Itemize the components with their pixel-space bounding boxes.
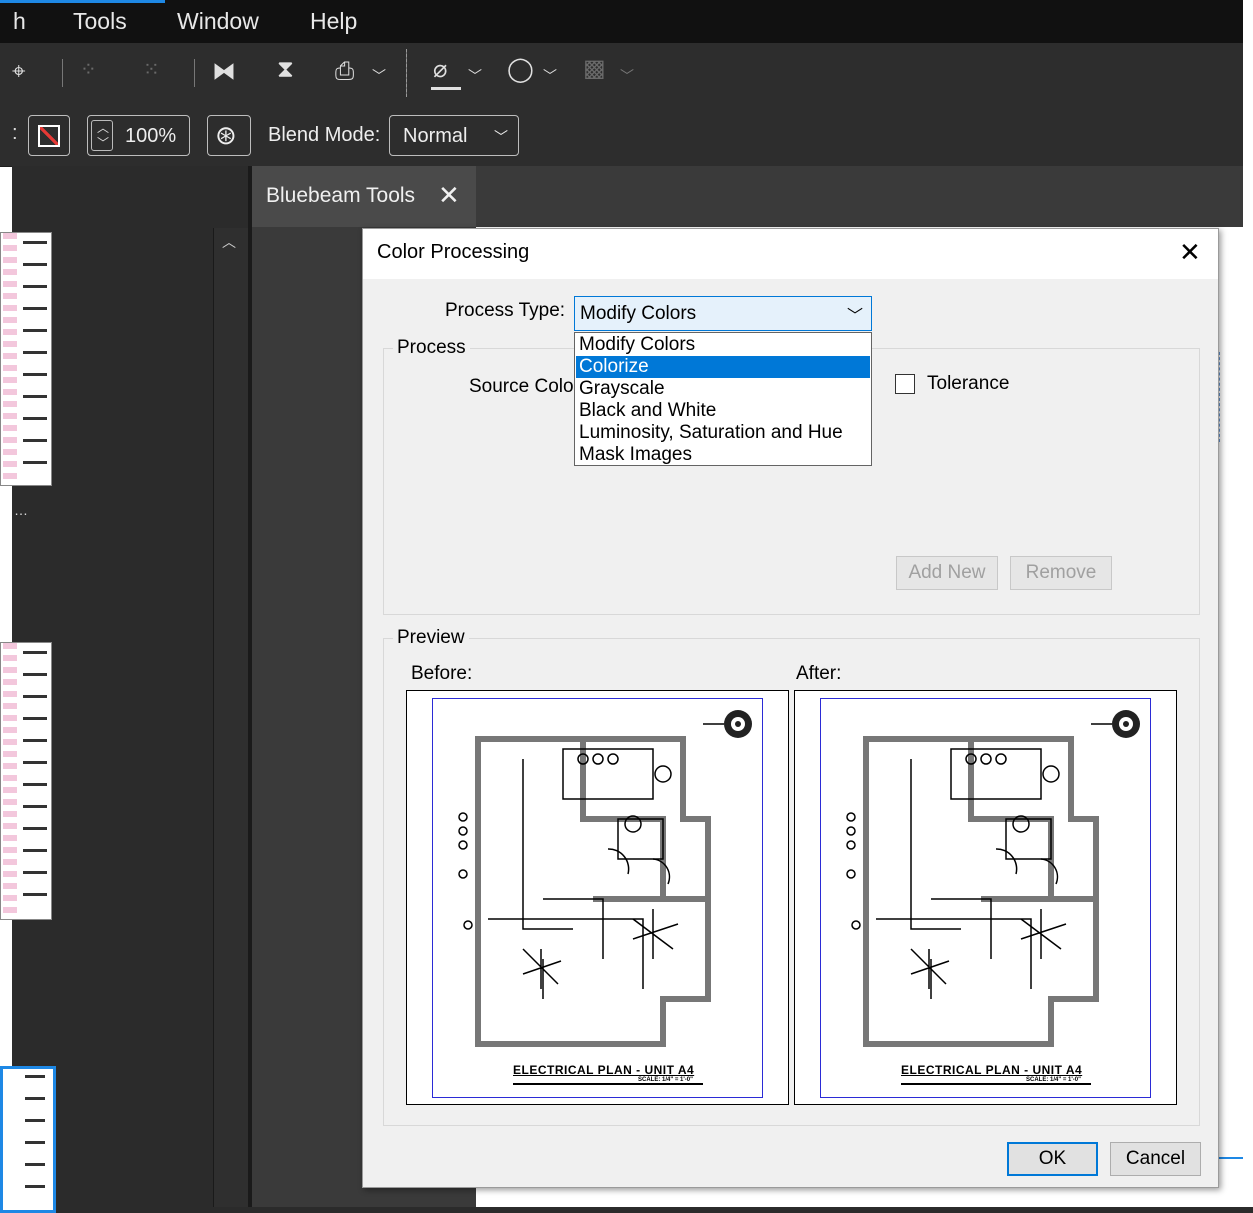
dialog-titlebar: Color Processing ✕ <box>363 229 1218 279</box>
toolbar-separator <box>406 49 407 97</box>
blend-mode-button[interactable]: ⊛ <box>207 115 251 156</box>
option-modify-colors[interactable]: Modify Colors <box>576 334 870 356</box>
option-grayscale[interactable]: Grayscale <box>576 378 870 400</box>
tab-label: Bluebeam Tools <box>266 184 416 207</box>
add-new-button[interactable]: Add New <box>896 556 998 590</box>
flip-horizontal-icon[interactable]: ⧓ <box>212 60 236 84</box>
option-luminosity-saturation-hue[interactable]: Luminosity, Saturation and Hue <box>576 422 870 444</box>
dialog-title: Color Processing <box>377 241 530 263</box>
print-icon[interactable]: ⎙ <box>335 60 354 84</box>
process-group-title: Process <box>393 337 470 359</box>
crosshair-icon[interactable]: ⌖ <box>12 60 26 84</box>
page-thumbnail[interactable] <box>0 642 52 920</box>
preview-group-title: Preview <box>393 627 469 649</box>
plan-scale: SCALE: 1/4" = 1'-0" <box>1026 1077 1081 1083</box>
fill-color-swatch <box>431 87 461 90</box>
menu-accent-bar <box>0 0 165 3</box>
blend-circles-icon: ⊛ <box>215 120 237 150</box>
after-preview: ELECTRICAL PLAN - UNIT A4 SCALE: 1/4" = … <box>794 690 1177 1105</box>
process-type-label: Process Type: <box>445 300 566 321</box>
chevron-up-icon[interactable]: ︿ <box>222 232 236 252</box>
thumbnail-lines <box>3 233 17 483</box>
tolerance-checkbox[interactable] <box>895 374 915 394</box>
ungroup-icon[interactable]: ⁙ <box>143 60 160 80</box>
fill-color-icon[interactable]: ⌀ <box>433 58 447 82</box>
process-type-dropdown[interactable]: Modify Colors Colorize Grayscale Black a… <box>574 332 872 466</box>
group-icon[interactable]: ⁘ <box>80 60 97 80</box>
chevron-down-icon[interactable]: ﹀ <box>468 66 482 86</box>
process-type-value: Modify Colors <box>580 303 697 324</box>
thumbnail-scrollbar[interactable]: ︿ <box>213 228 248 1207</box>
thumbnail-titleblock <box>25 1075 45 1205</box>
plan-sheet: ELECTRICAL PLAN - UNIT A4 SCALE: 1/4" = … <box>820 698 1151 1098</box>
chevron-down-icon: ﹀ <box>846 308 863 325</box>
shape-style-icon[interactable]: ◯ <box>507 58 534 82</box>
plan-scale: SCALE: 1/4" = 1'-0" <box>638 1077 693 1083</box>
toolbar-separator <box>194 59 195 87</box>
thumbnail-titleblock <box>23 651 47 911</box>
page-drawing-fragment <box>1219 352 1244 442</box>
blend-mode-select[interactable]: Normal ﹀ <box>389 115 519 156</box>
ok-button[interactable]: OK <box>1007 1142 1098 1176</box>
background-window-edge <box>1243 0 1253 1207</box>
thumbnail-titleblock <box>23 241 47 481</box>
blend-mode-label: Blend Mode: <box>268 124 381 146</box>
chevron-down-icon[interactable]: ﹀ <box>543 66 557 86</box>
chevron-down-icon[interactable]: ﹀ <box>620 66 634 86</box>
menu-item-tools[interactable]: Tools <box>73 8 127 35</box>
floor-plan-drawing <box>846 710 1140 1085</box>
opacity-value[interactable]: 100% <box>125 125 176 148</box>
chevron-down-icon[interactable]: ﹀ <box>97 134 109 151</box>
chevron-down-icon: ﹀ <box>494 129 508 145</box>
menu-item-window[interactable]: Window <box>177 8 259 35</box>
after-label: After: <box>796 663 842 684</box>
floor-plan-drawing <box>458 710 752 1085</box>
plan-caption: ELECTRICAL PLAN - UNIT A4 <box>901 1063 1083 1077</box>
source-color-label: Source Color <box>469 376 580 397</box>
toolbar-main: ⌖ ⁘ ⁙ ⧓ ⧗ ⎙ ﹀ ⌀ ﹀ ◯ ﹀ ▩ ﹀ <box>0 43 1243 105</box>
thumbnail-lines <box>3 643 17 917</box>
close-icon[interactable]: ✕ <box>438 180 460 211</box>
blend-mode-value: Normal <box>403 125 468 147</box>
tolerance-label: Tolerance <box>927 373 1010 394</box>
option-colorize[interactable]: Colorize <box>576 356 870 378</box>
menu-item-partial[interactable]: h <box>13 8 26 35</box>
remove-button[interactable]: Remove <box>1010 556 1112 590</box>
before-label: Before: <box>411 663 473 684</box>
no-color-icon <box>38 125 60 147</box>
option-black-and-white[interactable]: Black and White <box>576 400 870 422</box>
close-icon[interactable]: ✕ <box>1179 237 1201 268</box>
page-thumbnail-selected[interactable] <box>0 1066 56 1213</box>
plan-sheet: ELECTRICAL PLAN - UNIT A4 SCALE: 1/4" = … <box>432 698 763 1098</box>
menu-bar: h Tools Window Help <box>0 0 1243 43</box>
ellipsis-icon: … <box>14 502 28 518</box>
line-color-button[interactable] <box>28 115 70 156</box>
before-preview: ELECTRICAL PLAN - UNIT A4 SCALE: 1/4" = … <box>406 690 789 1105</box>
stepper-arrows[interactable]: ︿ ﹀ <box>91 120 113 151</box>
toolbar-separator <box>62 59 63 87</box>
background-window-edge <box>0 0 12 1207</box>
process-type-select[interactable]: Modify Colors ﹀ <box>574 296 872 331</box>
label-colon: : <box>12 122 18 144</box>
option-mask-images[interactable]: Mask Images <box>576 444 870 466</box>
tab-bluebeam-tools[interactable]: Bluebeam Tools ✕ <box>252 166 476 227</box>
toolbar-properties: : ︿ ﹀ 100% ⊛ Blend Mode: Normal ﹀ <box>0 104 1243 167</box>
hatch-pattern-icon[interactable]: ▩ <box>583 57 606 81</box>
plan-caption: ELECTRICAL PLAN - UNIT A4 <box>513 1063 695 1077</box>
chevron-down-icon[interactable]: ﹀ <box>372 66 386 86</box>
opacity-stepper[interactable]: ︿ ﹀ 100% <box>87 115 190 156</box>
page-thumbnail[interactable] <box>0 232 52 486</box>
cancel-button[interactable]: Cancel <box>1110 1142 1201 1176</box>
menu-item-help[interactable]: Help <box>310 8 357 35</box>
color-processing-dialog: Color Processing ✕ Process Type: Modify … <box>362 228 1219 1188</box>
flip-vertical-icon[interactable]: ⧗ <box>277 58 294 82</box>
